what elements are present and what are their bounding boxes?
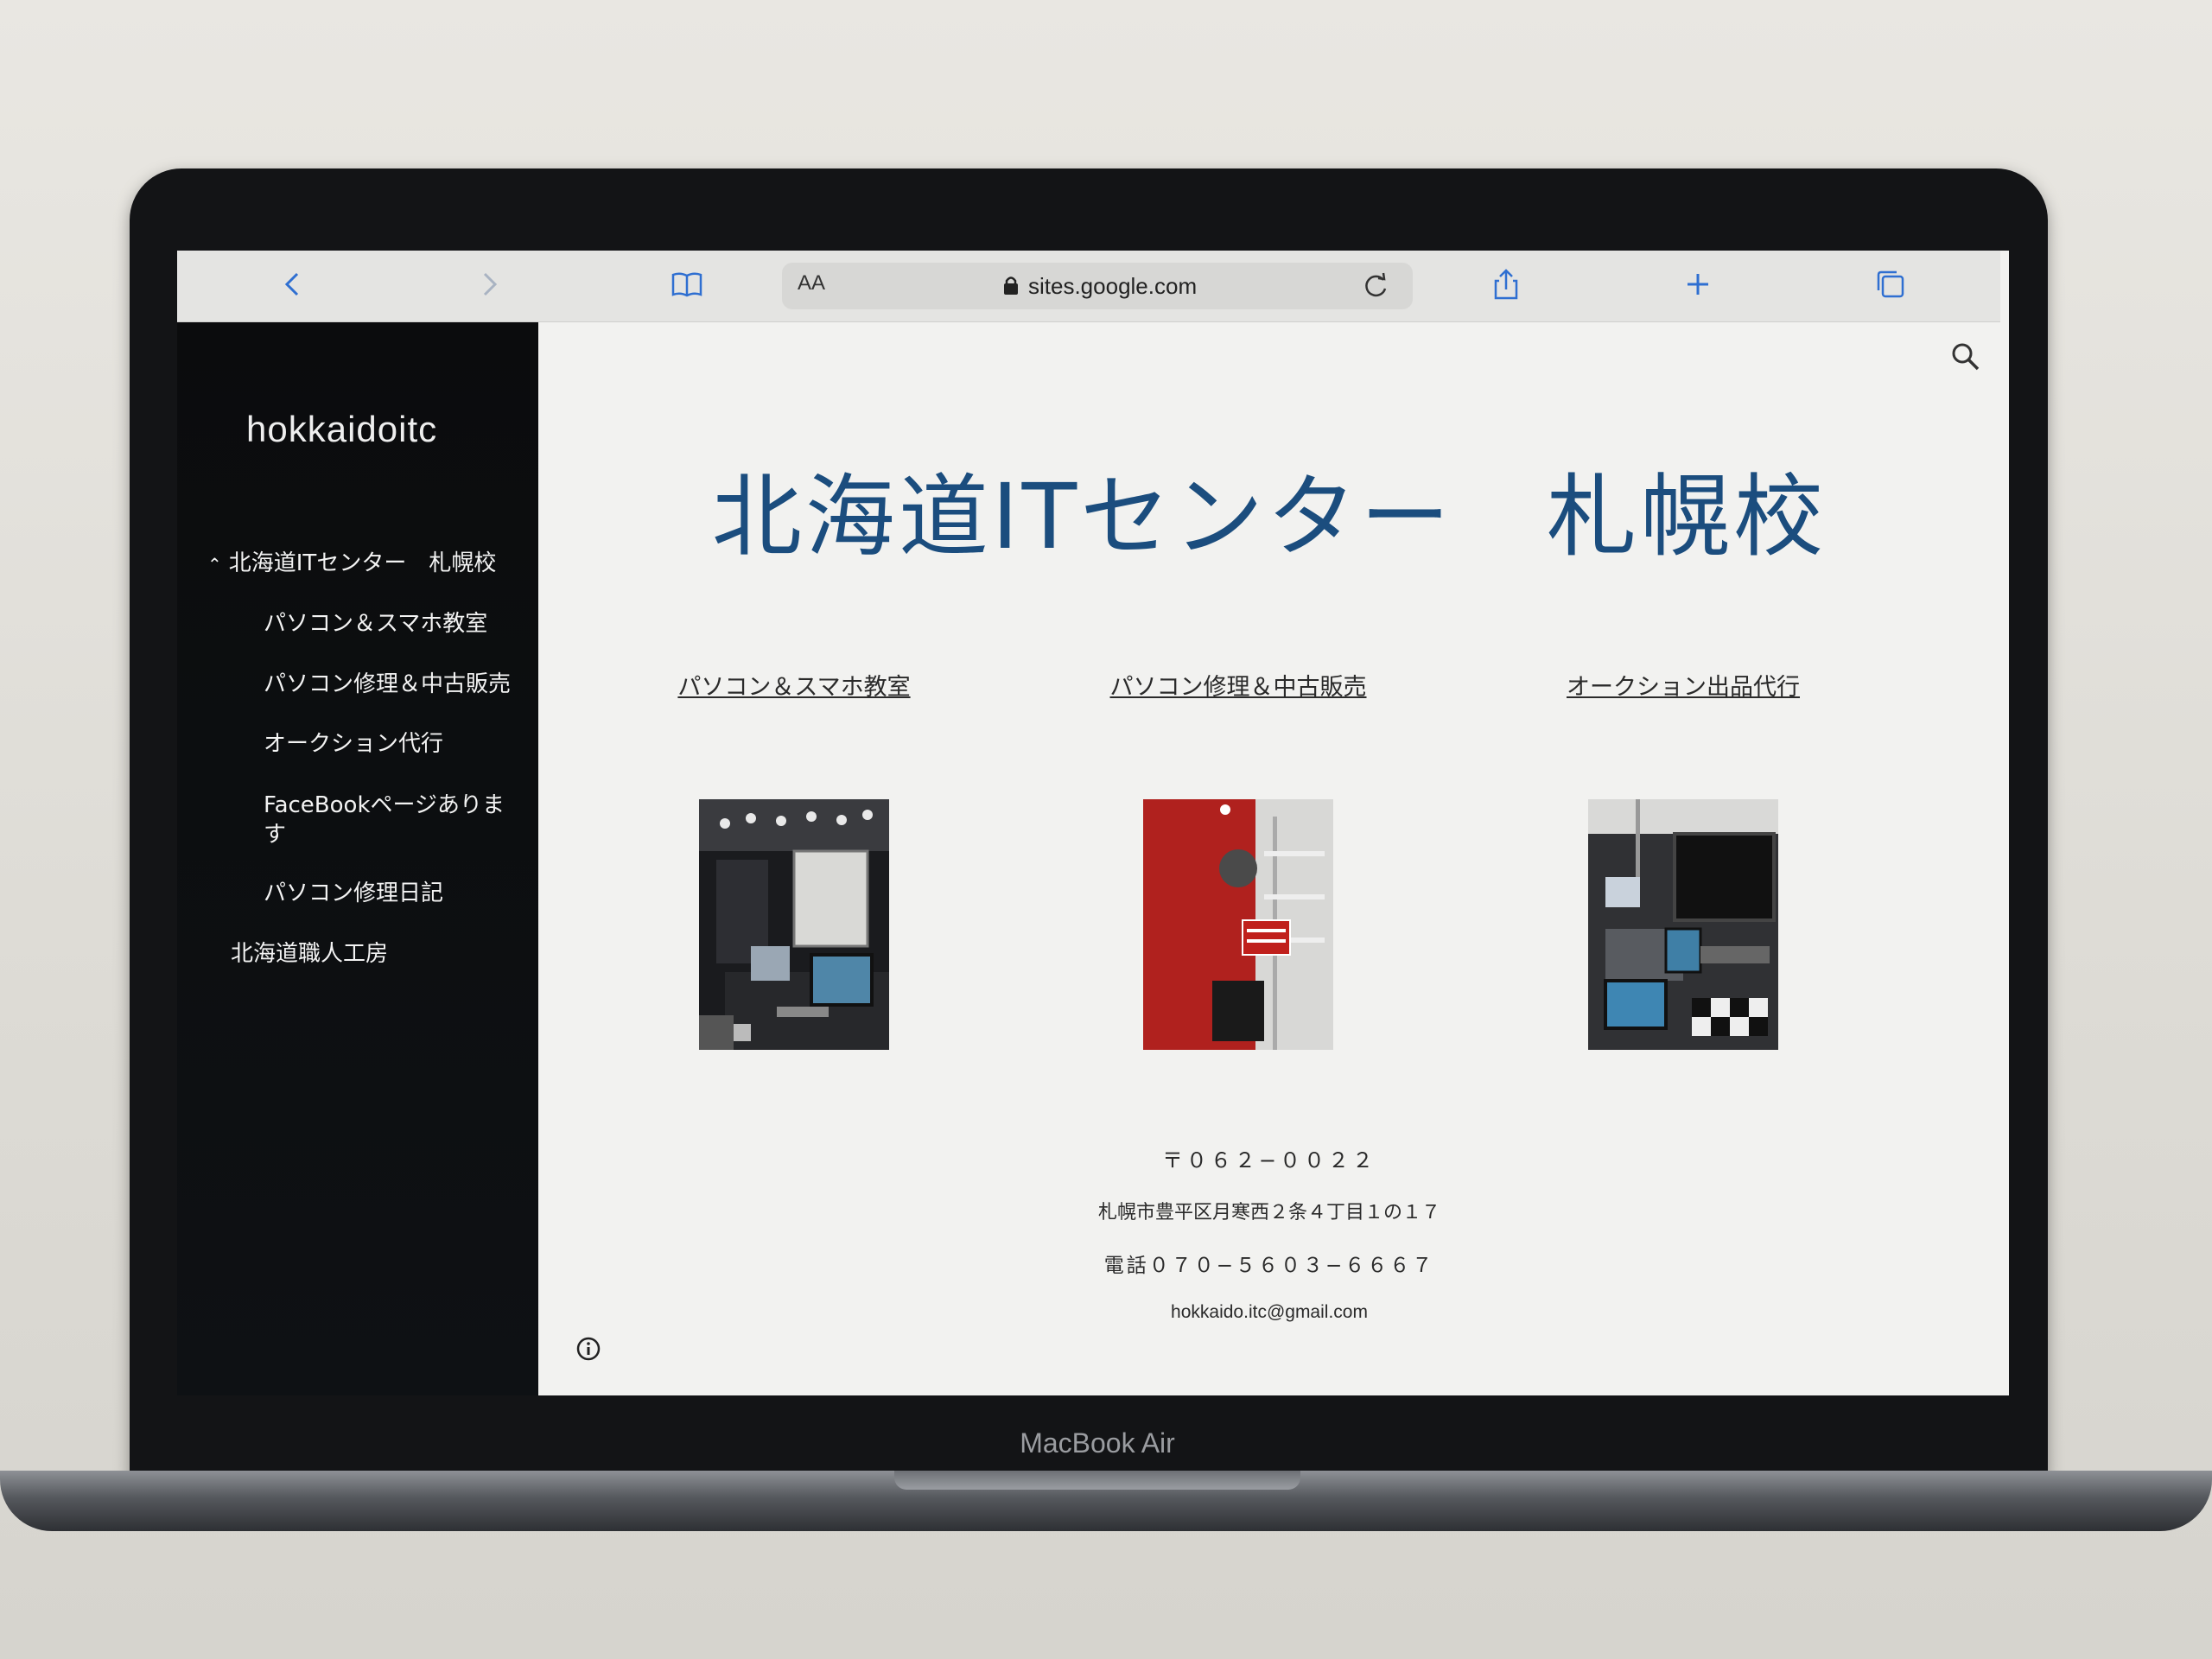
screen: AA sites.google.com hokkaidoitc ⌃北海道ITセ xyxy=(177,251,2009,1395)
chevron-up-icon[interactable]: ⌃ xyxy=(207,550,222,579)
info-icon[interactable] xyxy=(575,1335,602,1363)
reader-text-size-button[interactable]: AA xyxy=(798,271,825,296)
sidebar-item-facebook-page[interactable]: FaceBookページありま す xyxy=(264,791,523,849)
address-bar[interactable]: AA sites.google.com xyxy=(782,263,1413,309)
shop-entrance-photo[interactable] xyxy=(1143,799,1333,1050)
main-content: 北海道ITセンター 札幌校 パソコン＆スマホ教室 パソコン修理＆中古販売 オーク… xyxy=(538,322,2000,1395)
repair-desk-photo[interactable] xyxy=(1588,799,1778,1050)
sidebar-item-label: パソコン修理＆中古販売 xyxy=(264,671,512,697)
sidebar-item-label: パソコン修理日記 xyxy=(264,880,444,906)
link-pc-repair-used-sales[interactable]: パソコン修理＆中古販売 xyxy=(1022,668,1454,702)
tabs-icon[interactable] xyxy=(1869,263,1912,306)
browser-toolbar: AA sites.google.com xyxy=(177,251,2000,322)
sidebar-item-label: パソコン＆スマホ教室 xyxy=(264,611,488,637)
sidebar-item-repair-diary[interactable]: パソコン修理日記 xyxy=(264,879,443,908)
link-auction-listing-agency[interactable]: オークション出品代行 xyxy=(1467,668,1899,702)
url-text[interactable]: sites.google.com xyxy=(1028,273,1197,300)
sidebar-item-sapporo[interactable]: ⌃ 北海道ITセンター 札幌校 xyxy=(207,549,496,579)
link-pc-smartphone-class[interactable]: パソコン＆スマホ教室 xyxy=(578,668,1010,702)
forward-icon[interactable] xyxy=(467,263,510,306)
site-name[interactable]: hokkaidoitc xyxy=(246,409,437,450)
email-address[interactable]: hokkaido.itc@gmail.com xyxy=(538,1302,2000,1323)
phone-number: 電話０７０−５６０３−６６６７ xyxy=(1103,1255,1435,1277)
sidebar-item-label: FaceBookページありま xyxy=(264,792,505,818)
sidebar-item-label: 北海道ITセンター 札幌校 xyxy=(228,550,497,576)
sidebar: hokkaidoitc ⌃ 北海道ITセンター 札幌校 パソコン＆スマホ教室 パソ… xyxy=(177,322,538,1395)
sidebar-item-pc-smartphone-class[interactable]: パソコン＆スマホ教室 xyxy=(264,609,487,639)
bookmarks-icon[interactable] xyxy=(665,263,709,306)
sidebar-item-label-continued: す xyxy=(264,822,287,848)
sidebar-item-craftsman-workshop[interactable]: 北海道職人工房 xyxy=(231,939,388,969)
search-icon[interactable] xyxy=(1948,340,1983,374)
classroom-photo[interactable] xyxy=(699,799,889,1050)
share-icon[interactable] xyxy=(1484,263,1528,306)
sidebar-item-auction-agency[interactable]: オークション代行 xyxy=(264,729,443,759)
reload-icon[interactable] xyxy=(1359,270,1392,302)
sidebar-item-label: 北海道職人工房 xyxy=(231,941,389,967)
device-model-label: MacBook Air xyxy=(1020,1427,1175,1459)
new-tab-icon[interactable] xyxy=(1676,263,1719,306)
page-title: 北海道ITセンター 札幌校 xyxy=(711,464,1827,569)
laptop-hinge-notch xyxy=(894,1471,1300,1490)
sidebar-item-pc-repair-used-sales[interactable]: パソコン修理＆中古販売 xyxy=(264,670,511,699)
lock-icon xyxy=(1004,276,1018,295)
back-icon[interactable] xyxy=(272,263,315,306)
address: 札幌市豊平区月寒西２条４丁目１の１７ xyxy=(1097,1202,1440,1224)
sidebar-item-label: オークション代行 xyxy=(264,731,444,757)
postal-code: 〒０６２−００２２ xyxy=(1161,1148,1377,1173)
